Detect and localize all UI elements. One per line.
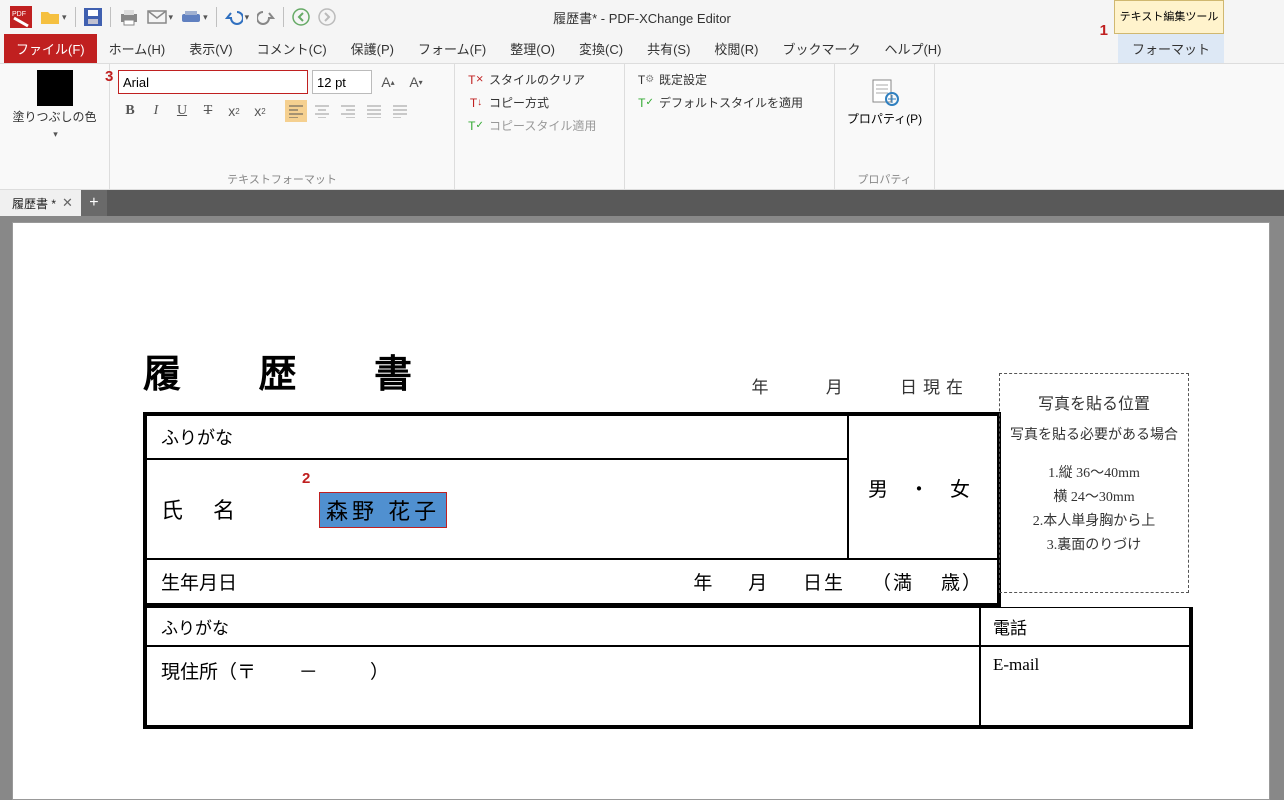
menu-home[interactable]: ホーム(H) — [97, 34, 178, 63]
text-format-label: テキストフォーマット — [118, 167, 446, 187]
grow-font-icon[interactable]: A▴ — [377, 71, 399, 93]
menu-convert[interactable]: 変換(C) — [567, 34, 635, 63]
svg-text:PDF: PDF — [12, 11, 26, 18]
resume-table: ふりがな 男 ・ 女 氏名 2 森野 花子 生年月日 年 月 — [143, 412, 1001, 607]
close-tab-icon[interactable]: ✕ — [62, 195, 73, 211]
properties-label: プロパティ — [857, 167, 911, 187]
default-settings-btn[interactable]: T⚙既定設定 — [633, 68, 826, 91]
bold-icon[interactable]: B — [119, 100, 141, 122]
italic-icon[interactable]: I — [145, 100, 167, 122]
align-right-icon[interactable] — [337, 100, 359, 122]
gender-cell: 男 ・ 女 — [848, 415, 998, 559]
properties-btn-label[interactable]: プロパティ(P) — [847, 110, 922, 127]
text-format-group: 3 A▴ A▾ B I U T x2 x2 テキストフォーマット — [110, 64, 455, 189]
menu-protect[interactable]: 保護(P) — [339, 34, 406, 63]
print-icon[interactable] — [117, 6, 141, 28]
menu-form[interactable]: フォーム(F) — [406, 34, 498, 63]
font-name-select[interactable] — [118, 70, 308, 94]
app-icon[interactable]: PDF — [8, 4, 34, 30]
selected-text[interactable]: 森野 花子 — [319, 492, 447, 528]
menu-view[interactable]: 表示(V) — [177, 34, 244, 63]
superscript-icon[interactable]: x2 — [249, 100, 271, 122]
document-tab[interactable]: 履歴書 * ✕ — [0, 190, 81, 216]
text-edit-tool-tab[interactable]: テキスト編集ツール — [1114, 0, 1224, 34]
clear-style-btn[interactable]: T⨯スタイルのクリア — [463, 68, 616, 91]
menu-share[interactable]: 共有(S) — [635, 34, 702, 63]
addr-furigana-cell: ふりがな — [146, 607, 980, 646]
document-tab-bar: 履歴書 * ✕ + — [0, 190, 1284, 216]
photo-box: 写真を貼る位置 写真を貼る必要がある場合 1.縦 36～40mm 横 24～30… — [999, 373, 1189, 593]
fill-color-swatch[interactable] — [37, 70, 73, 106]
fill-color-group: 塗りつぶしの色▾ — [0, 64, 110, 189]
annotation-marker-1: 1 — [1100, 22, 1108, 39]
quick-access-toolbar: PDF ▾ ▾ ▾ ▾ 履歴書* - PDF-XChange Editor テキ… — [0, 0, 1284, 34]
copy-method-btn[interactable]: T↓コピー方式 — [463, 91, 616, 114]
align-left-icon[interactable] — [285, 100, 307, 122]
open-icon[interactable]: ▾ — [38, 6, 69, 28]
menu-review[interactable]: 校閲(R) — [702, 34, 770, 63]
nav-next-icon[interactable] — [316, 6, 338, 28]
undo-icon[interactable]: ▾ — [223, 7, 252, 27]
furigana-cell: ふりがな — [146, 415, 848, 459]
default-style-apply-btn[interactable]: T✓デフォルトスタイルを適用 — [633, 91, 826, 114]
menu-organize[interactable]: 整理(O) — [498, 34, 567, 63]
annotation-marker-3: 3 — [105, 68, 113, 85]
nav-prev-icon[interactable] — [290, 6, 312, 28]
addr-cell: 現住所（〒 － ） — [146, 646, 980, 726]
window-title: 履歴書* - PDF-XChange Editor — [553, 8, 731, 27]
text-edit-tool-label: テキスト編集ツール — [1120, 11, 1219, 23]
font-size-select[interactable] — [312, 70, 372, 94]
date-row: 年 月 日現在 — [752, 373, 970, 398]
properties-icon[interactable] — [869, 76, 901, 108]
birth-cell: 生年月日 年 月 日生 （満 歳） — [146, 559, 998, 604]
strike-icon[interactable]: T — [197, 100, 219, 122]
redo-icon[interactable] — [255, 7, 277, 27]
address-table: ふりがな 電話 現住所（〒 － ） E-mail — [143, 607, 1193, 729]
annotation-marker-2: 2 — [302, 470, 310, 487]
justify-icon[interactable] — [363, 100, 385, 122]
copy-style-apply-btn[interactable]: T✓コピースタイル適用 — [463, 114, 616, 137]
document-area: 履 歴 書 年 月 日現在 ふりがな 男 ・ 女 氏名 2 森野 花子 — [0, 216, 1284, 800]
save-icon[interactable] — [82, 6, 104, 28]
name-cell: 氏名 2 森野 花子 — [146, 459, 848, 559]
document-tab-label: 履歴書 * — [12, 195, 56, 212]
menu-bar: ファイル(F) ホーム(H) 表示(V) コメント(C) 保護(P) フォーム(… — [0, 34, 1284, 64]
menu-bookmark[interactable]: ブックマーク — [770, 34, 872, 63]
scan-icon[interactable]: ▾ — [179, 8, 210, 26]
fill-color-label: 塗りつぶしの色▾ — [12, 110, 96, 141]
justify-full-icon[interactable] — [389, 100, 411, 122]
menu-comment[interactable]: コメント(C) — [245, 34, 339, 63]
shrink-font-icon[interactable]: A▾ — [405, 71, 427, 93]
add-tab-button[interactable]: + — [81, 190, 107, 216]
style-clear-group: T⨯スタイルのクリア T↓コピー方式 T✓コピースタイル適用 — [455, 64, 625, 189]
email-cell: E-mail — [980, 646, 1190, 726]
ribbon: 塗りつぶしの色▾ 3 A▴ A▾ B I U T x2 x2 テキストフォーマッ… — [0, 64, 1284, 190]
mail-icon[interactable]: ▾ — [145, 7, 176, 27]
default-style-group: T⚙既定設定 T✓デフォルトスタイルを適用 — [625, 64, 835, 189]
align-center-icon[interactable] — [311, 100, 333, 122]
subscript-icon[interactable]: x2 — [223, 100, 245, 122]
menu-file[interactable]: ファイル(F) — [4, 34, 97, 63]
phone-cell: 電話 — [980, 607, 1190, 646]
page[interactable]: 履 歴 書 年 月 日現在 ふりがな 男 ・ 女 氏名 2 森野 花子 — [12, 222, 1270, 800]
properties-group: プロパティ(P) プロパティ — [835, 64, 935, 189]
underline-icon[interactable]: U — [171, 100, 193, 122]
menu-help[interactable]: ヘルプ(H) — [872, 34, 953, 63]
menu-format[interactable]: フォーマット — [1118, 34, 1224, 63]
